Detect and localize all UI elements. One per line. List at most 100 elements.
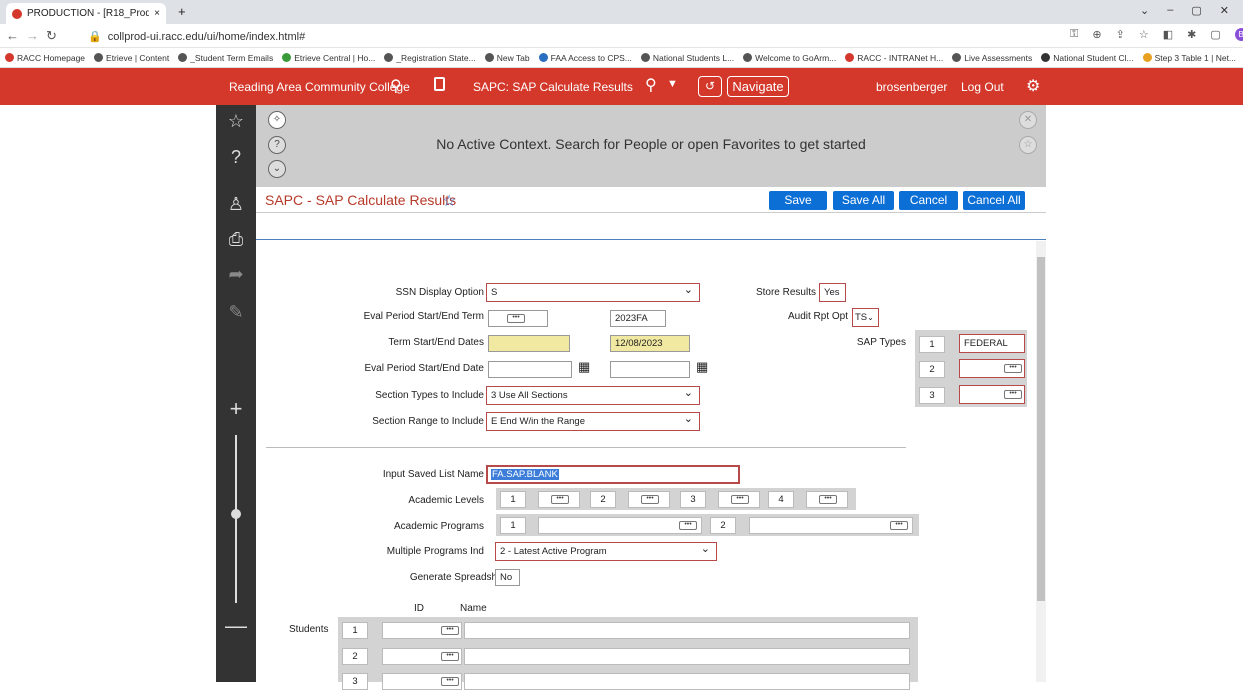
bookmark-item[interactable]: New Tab [484,53,530,63]
zoom-slider-track[interactable] [235,435,237,603]
close-window-button[interactable]: ✕ [1220,4,1229,17]
level-field[interactable]: ••• [718,491,760,508]
person-search-icon[interactable]: ⚲ [390,76,402,96]
back-arrow-icon[interactable]: ← [6,28,19,43]
lookup-dots-icon[interactable]: ••• [641,495,659,504]
person-icon[interactable]: ♙ [216,194,256,215]
chevron-down-icon[interactable]: ▼ [667,78,678,90]
cancel-all-button[interactable]: Cancel All [963,191,1025,210]
eval-start-term-field[interactable]: ••• [488,310,548,327]
favorite-star-icon[interactable]: ☆ [1019,136,1037,154]
calendar-icon[interactable]: ▦ [578,359,590,375]
browser-tab[interactable]: PRODUCTION - [R18_Prod] × [6,3,166,24]
share-icon[interactable]: ➦ [216,264,256,285]
key-icon[interactable]: ⚿ [1070,28,1078,41]
student-name-field [464,648,910,665]
lookup-dots-icon[interactable]: ••• [1004,390,1022,399]
bookmark-item[interactable]: National Students L... [640,53,734,63]
reload-icon[interactable]: ↻ [46,28,57,44]
history-icon[interactable]: ↺ [698,76,722,97]
save-all-button[interactable]: Save All [833,191,894,210]
bookmark-item[interactable]: Etrieve | Content [94,53,169,63]
share-icon[interactable]: ⇪ [1116,28,1125,41]
puzzle-icon[interactable]: ✱ [1187,28,1196,41]
calendar-icon[interactable]: ▦ [696,359,708,375]
chevron-down-icon[interactable]: ⌄ [268,160,286,178]
level-field[interactable]: ••• [538,491,580,508]
navigate-button[interactable]: Navigate [727,76,789,97]
multiple-programs-select[interactable]: 2 - Latest Active Program [495,542,717,561]
section-range-select[interactable]: E End W/in the Range [486,412,700,431]
tab-search-icon[interactable]: ⌄ [1140,4,1149,17]
audit-rpt-select[interactable]: TS⌄ [852,308,879,327]
lookup-dots-icon[interactable]: ••• [441,652,459,661]
help-icon[interactable]: ? [216,147,256,168]
gear-icon[interactable]: ⚙ [1026,76,1040,96]
lookup-dots-icon[interactable]: ••• [507,314,525,323]
spreadsheet-field[interactable]: No [495,569,520,586]
student-id-field[interactable]: ••• [382,622,462,639]
lookup-dots-icon[interactable]: ••• [731,495,749,504]
new-tab-button[interactable]: + [178,4,186,19]
cancel-button[interactable]: Cancel [899,191,958,210]
student-id-field[interactable]: ••• [382,648,462,665]
bookmark-item[interactable]: _Student Term Emails [178,53,273,63]
zoom-in-icon[interactable]: + [216,396,256,422]
bookmark-item[interactable]: Welcome to GoArm... [743,53,836,63]
lookup-dots-icon[interactable]: ••• [441,626,459,635]
bookmark-item[interactable]: FAA Access to CPS... [538,53,632,63]
close-circle-icon[interactable]: ✕ [1019,111,1037,129]
app-header: Reading Area Community College ⚲ SAPC: S… [0,68,1243,105]
sap-type-field[interactable]: FEDERAL [959,334,1025,353]
eval-end-date-field[interactable] [610,361,690,378]
program-field[interactable]: ••• [749,517,913,534]
section-types-select[interactable]: 3 Use All Sections [486,386,700,405]
lookup-dots-icon[interactable]: ••• [819,495,837,504]
tab-close-icon[interactable]: × [154,8,160,19]
bookmark-item[interactable]: Step 3 Table 1 | Net... [1142,53,1236,63]
ssn-display-select[interactable]: S [486,283,700,302]
document-icon[interactable] [434,77,445,91]
level-row-num: 1 [500,491,526,508]
logout-button[interactable]: Log Out [961,80,1004,94]
forward-arrow-icon[interactable]: → [26,28,39,43]
store-results-field[interactable]: Yes [819,283,846,302]
print-icon[interactable]: ⎙ [216,229,256,250]
zoom-out-icon[interactable]: — [216,613,256,639]
level-field[interactable]: ••• [806,491,848,508]
sap-type-field[interactable]: ••• [959,385,1025,404]
lookup-dots-icon[interactable]: ••• [890,521,908,530]
save-button[interactable]: Save [769,191,827,210]
scrollbar-thumb[interactable] [1037,257,1045,601]
url-field[interactable]: 🔒 collprod-ui.racc.edu/ui/home/index.htm… [88,28,1048,45]
sap-type-field[interactable]: ••• [959,359,1025,378]
pin-icon[interactable]: ✧ [268,111,286,129]
favorite-star-icon[interactable]: ☆ [442,191,456,211]
program-field[interactable]: ••• [538,517,702,534]
level-field[interactable]: ••• [628,491,670,508]
lookup-dots-icon[interactable]: ••• [1004,364,1022,373]
maximize-button[interactable]: ▢ [1191,4,1201,17]
zoom-icon[interactable]: ⊕ [1092,28,1101,41]
search-icon[interactable]: ⚲ [645,75,657,95]
paperclip-icon[interactable]: ✎ [216,302,256,323]
star-icon[interactable]: ☆ [216,111,256,132]
eval-end-term-field[interactable]: 2023FA [610,310,666,327]
profile-avatar-icon[interactable]: B [1234,28,1243,41]
bookmark-item[interactable]: Live Assessments [952,53,1032,63]
lookup-dots-icon[interactable]: ••• [679,521,697,530]
minimize-button[interactable]: – [1167,4,1173,17]
eval-start-date-field[interactable] [488,361,572,378]
bookmark-star-icon[interactable]: ☆ [1139,28,1149,41]
bookmark-item[interactable]: _Registration State... [384,53,476,63]
bookmark-item[interactable]: RACC - INTRANet H... [845,53,943,63]
zoom-slider-handle[interactable] [231,509,241,519]
sidepanel-icon[interactable]: ▢ [1210,28,1220,41]
saved-list-field[interactable]: FA.SAP.BLANK [486,465,740,484]
extension-icon[interactable]: ◧ [1163,28,1173,41]
bookmark-item[interactable]: RACC Homepage [5,53,85,63]
bookmark-item[interactable]: National Student Cl... [1041,53,1134,63]
form-scrollbar[interactable] [1036,241,1046,682]
bookmark-item[interactable]: Etrieve Central | Ho... [282,53,375,63]
lookup-dots-icon[interactable]: ••• [551,495,569,504]
